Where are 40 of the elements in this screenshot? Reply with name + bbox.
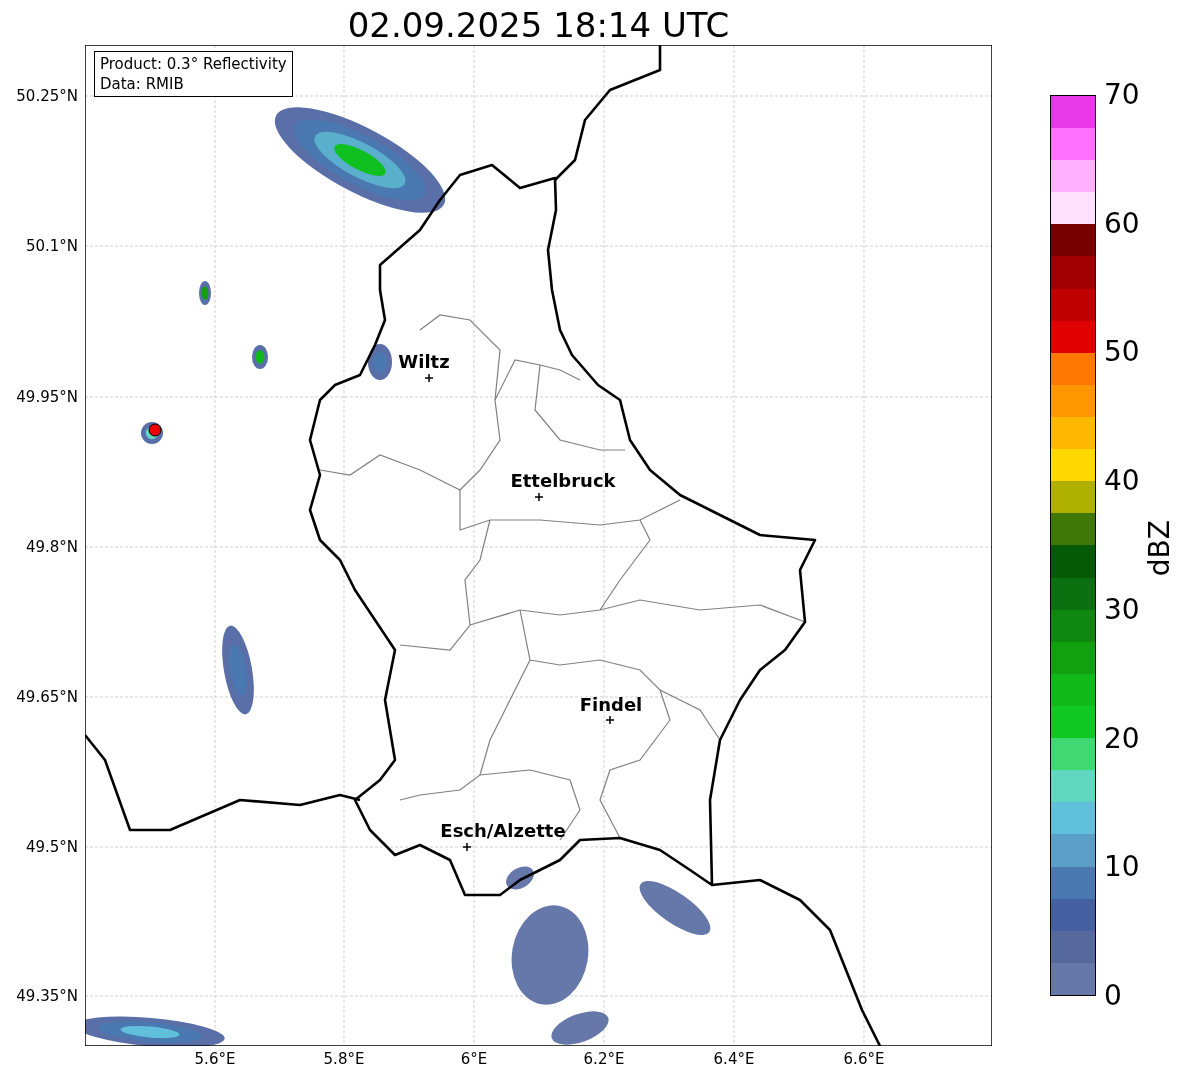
radar-echo [639,881,711,935]
colorbar-tick-label: 50 [1104,336,1140,369]
city-marker-icon [534,492,544,502]
radar-echo [199,281,211,305]
chart-title: 02.09.2025 18:14 UTC [346,4,731,46]
axis-tick-label: 6.4°E [713,1050,755,1068]
axis-tick-label: 49.35°N [16,987,78,1005]
colorbar-tick-label: 60 [1104,207,1140,240]
colorbar-tick-label: 30 [1104,593,1140,626]
info-text: Product: 0.3° Reflectivity [100,54,287,74]
city-marker-icon [605,715,615,725]
colorbar-tick-label: 20 [1104,722,1140,755]
city-label: Ettelbruck [510,471,616,491]
city-label: Findel [579,695,643,715]
axis-tick-label: 50.25°N [16,87,78,105]
axis-tick-label: 6.6°E [843,1050,885,1068]
axis-tick-label: 5.6°E [194,1050,236,1068]
axis-tick-label: 5.8°E [323,1050,365,1068]
colorbar-tick-label: 10 [1104,851,1140,884]
axis-tick-label: 50.1°N [25,237,78,255]
colorbar-tick-label: 70 [1104,79,1140,111]
info-text: Data: RMIB [100,74,185,94]
axis-tick-label: 49.95°N [16,388,78,406]
axis-tick-label: 49.8°N [25,538,78,556]
axis-tick-label: 6.2°E [583,1050,625,1068]
city-label: Esch/Alzette [440,821,566,841]
city-marker-icon [424,373,434,383]
colorbar-tick-label: 0 [1104,980,1122,1012]
radar-echo [551,1011,609,1045]
radar-echo [252,345,268,369]
city-marker-icon [462,842,472,852]
colorbar-label: dBZ [1144,520,1176,577]
axis-tick-label: 49.65°N [16,688,78,706]
colorbar-tick-label: 40 [1104,465,1140,498]
radar-site-icon [148,423,162,437]
axis-tick-label: 6°E [460,1050,488,1068]
axis-tick-label: 49.5°N [25,838,78,856]
radar-echo [368,344,392,380]
city-label: Wiltz [398,352,450,372]
radar-echo [506,866,534,890]
